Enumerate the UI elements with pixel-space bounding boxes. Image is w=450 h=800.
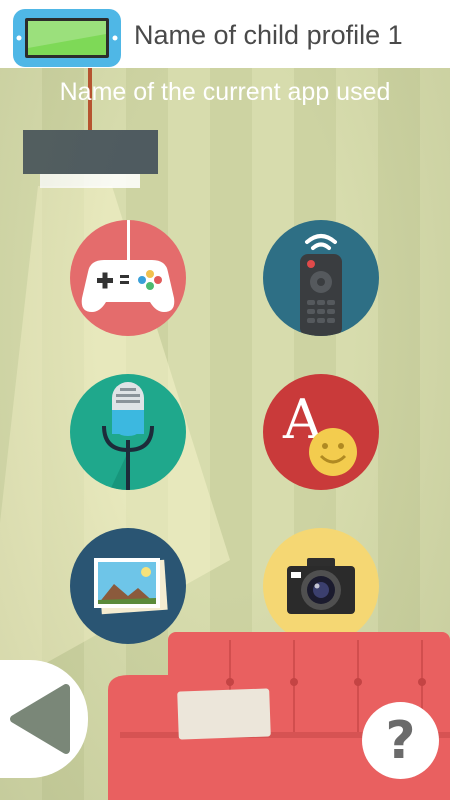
back-button[interactable] [0,660,88,778]
home-screen: Name of child profile 1 Name of the curr… [0,0,450,800]
app-photo-gallery[interactable] [70,528,186,644]
app-microphone[interactable] [70,374,186,490]
header-bar: Name of child profile 1 [0,0,450,68]
tv-remote-icon [300,234,342,336]
help-label: ? [385,711,416,771]
app-letters[interactable]: A [263,374,379,490]
gamepad-icon [81,220,175,312]
tablet-icon [13,9,121,67]
current-app-label: Name of the current app used [59,78,391,106]
app-gamepad[interactable] [70,220,186,336]
microphone-icon [102,382,154,490]
help-button[interactable]: ? [362,702,439,779]
app-tv-remote[interactable] [263,220,379,336]
child-profile-name[interactable]: Name of child profile 1 [134,20,403,51]
letters-smiley-icon: A [282,388,357,476]
back-arrow-icon [10,684,70,754]
app-camera[interactable] [263,528,379,644]
photo-gallery-icon [94,558,168,615]
camera-icon [287,558,355,614]
